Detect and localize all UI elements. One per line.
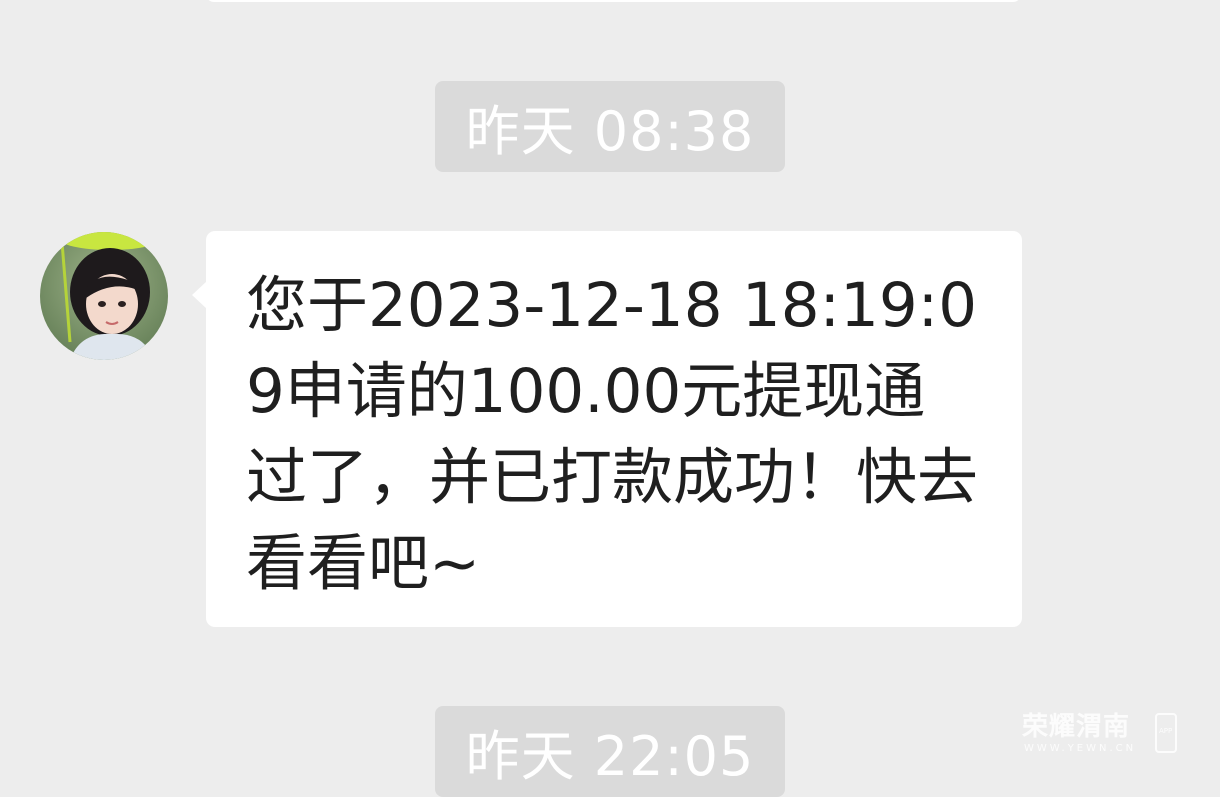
avatar[interactable]	[40, 232, 168, 360]
timestamp-text: 昨天 22:05	[465, 725, 755, 788]
chat-timestamp: 昨天 08:38	[435, 81, 785, 172]
timestamp-text: 昨天 08:38	[465, 100, 755, 163]
phone-icon: APP	[1155, 713, 1177, 753]
message-text: 您于2023-12-18 18:19:09申请的100.00元提现通过了，并已打…	[246, 270, 979, 599]
chat-timestamp: 昨天 22:05	[435, 706, 785, 797]
message-bubble[interactable]: 您于2023-12-18 18:19:09申请的100.00元提现通过了，并已打…	[192, 231, 1022, 627]
watermark-title: 荣耀渭南	[1022, 712, 1131, 742]
watermark-app-label: APP	[1159, 727, 1173, 735]
girl-avatar-icon	[40, 232, 168, 360]
previous-message-bubble-edge	[206, 0, 1021, 2]
watermark: 荣耀渭南 WWW.YEWN.CN APP	[1022, 712, 1182, 758]
bubble-tail	[192, 281, 207, 309]
watermark-url: WWW.YEWN.CN	[1024, 743, 1137, 754]
